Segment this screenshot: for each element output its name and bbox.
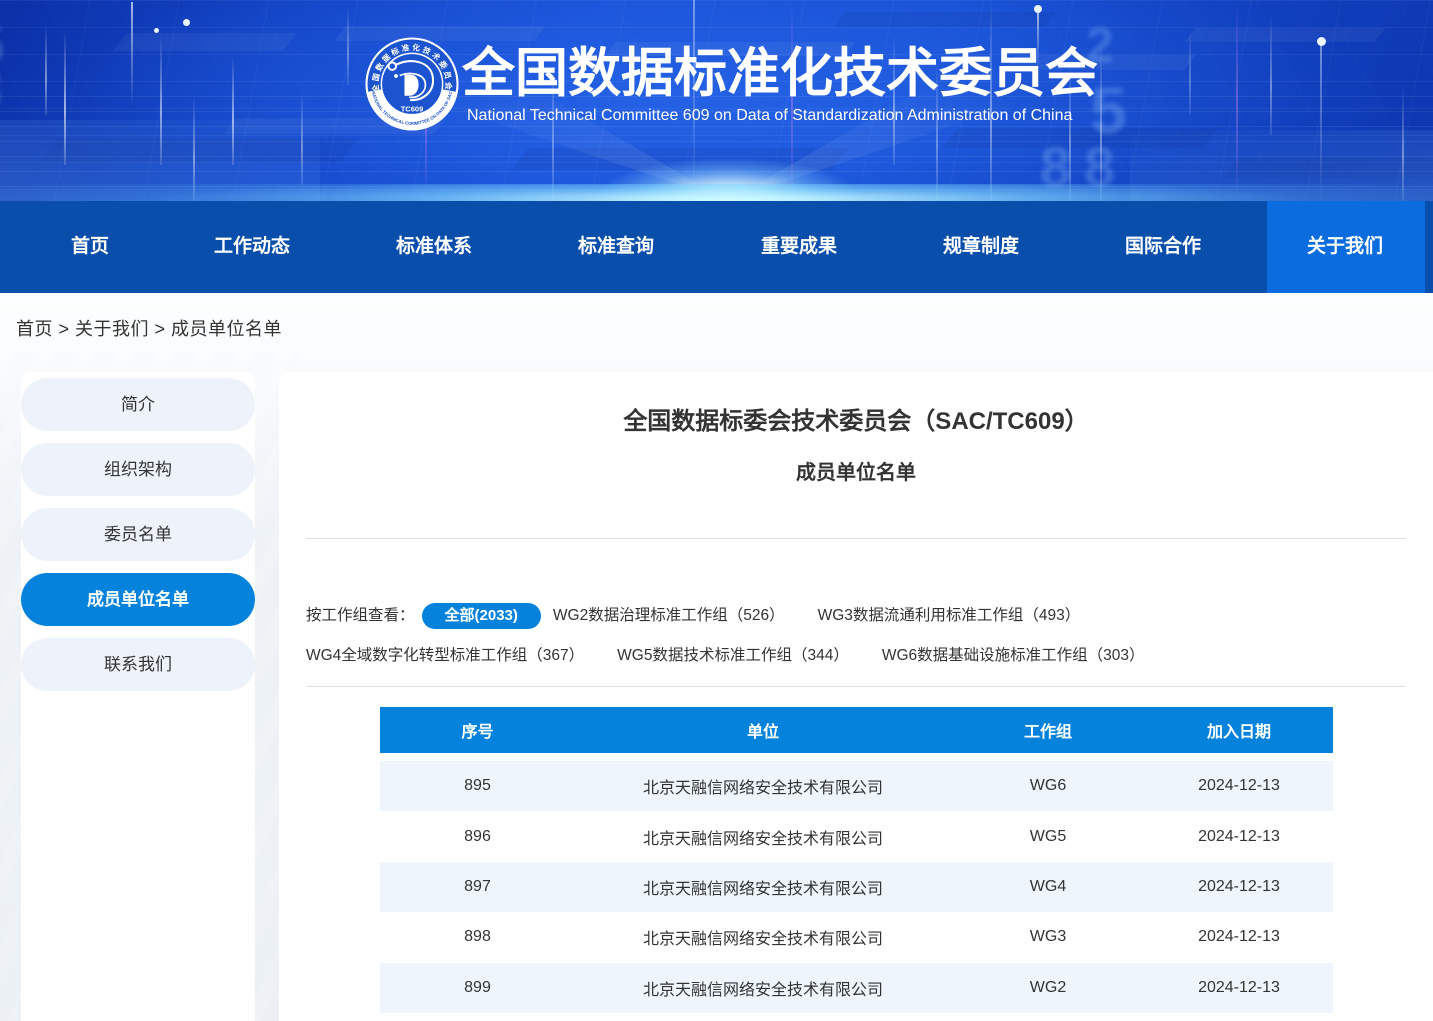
svg-text:TC609: TC609	[401, 104, 424, 113]
